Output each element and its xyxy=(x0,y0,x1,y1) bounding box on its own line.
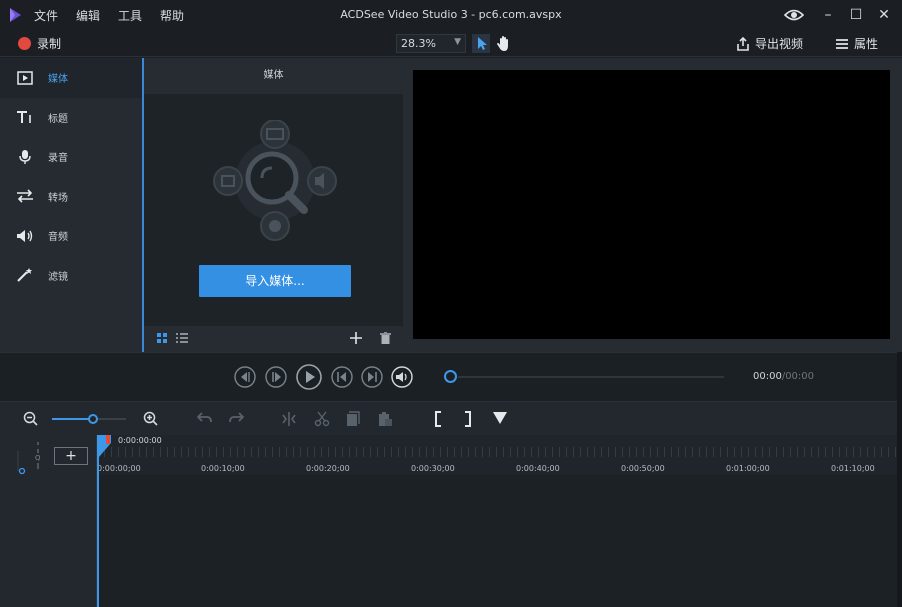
timecode-display: 00:00/00:00 xyxy=(753,371,814,382)
media-panel: 媒体 导入媒体... xyxy=(142,58,403,352)
filter-wand-icon xyxy=(16,267,34,283)
list-view-icon[interactable] xyxy=(176,332,188,344)
zoom-value: 28.3% xyxy=(401,37,436,50)
cursor-icon xyxy=(478,37,487,50)
timeline-tracks[interactable] xyxy=(98,475,897,607)
add-track-button[interactable]: + xyxy=(54,447,88,465)
window-edge xyxy=(897,352,902,607)
copy-icon[interactable] xyxy=(345,411,361,427)
timeline-zoom-slider[interactable] xyxy=(52,414,126,424)
window-title: ACDSee Video Studio 3 - pc6.com.avspx xyxy=(340,8,562,21)
export-label: 导出视频 xyxy=(755,37,804,51)
volume-icon[interactable] xyxy=(391,366,413,388)
svg-text:Q: Q xyxy=(35,454,41,462)
record-dot-icon xyxy=(18,37,31,50)
sidebar-item-label: 滤镜 xyxy=(48,271,68,283)
previous-frame-icon[interactable] xyxy=(331,366,353,388)
media-panel-footer xyxy=(144,326,403,352)
timeline-toolbar xyxy=(0,401,902,435)
sidebar-item-media[interactable]: 媒体 xyxy=(0,58,142,98)
title-icon xyxy=(16,109,34,125)
play-icon[interactable] xyxy=(296,364,322,390)
zoom-in-icon[interactable] xyxy=(143,411,159,427)
ruler-ticks xyxy=(97,447,897,457)
track-zoom-slider-icon[interactable]: Q xyxy=(16,441,46,475)
timeline-ruler[interactable]: 0:00:00:00 0:00:00;00 0:00:10;00 0:00:20… xyxy=(97,435,897,475)
scrubber-track[interactable] xyxy=(458,376,724,378)
sidebar-item-label: 媒体 xyxy=(48,74,68,86)
sidebar-item-label: 音频 xyxy=(48,232,68,244)
scissors-icon[interactable] xyxy=(314,411,330,427)
hand-tool-button[interactable] xyxy=(495,34,513,53)
zoom-out-icon[interactable] xyxy=(23,411,39,427)
playhead-line[interactable] xyxy=(97,435,99,607)
step-back-icon[interactable] xyxy=(265,366,287,388)
properties-button[interactable]: 属性 xyxy=(836,35,878,52)
eye-icon[interactable] xyxy=(784,8,804,22)
maximize-button[interactable]: ☐ xyxy=(846,5,866,25)
record-button[interactable]: 录制 xyxy=(18,35,61,52)
sidebar-item-title[interactable]: 标题 xyxy=(0,98,142,138)
trash-icon[interactable] xyxy=(380,332,391,344)
main-toolbar: 录制 28.3% ▼ 导出视频 属性 xyxy=(0,30,902,57)
mark-out-icon[interactable] xyxy=(463,411,473,427)
skip-back-icon[interactable] xyxy=(234,366,256,388)
ruler-label: 0:00:30;00 xyxy=(411,464,455,473)
zoom-select[interactable]: 28.3% ▼ xyxy=(396,34,466,53)
scrubber-handle[interactable] xyxy=(444,370,457,383)
media-placeholder-illustration xyxy=(213,120,337,241)
add-icon[interactable] xyxy=(350,332,362,344)
title-bar: 文件 编辑 工具 帮助 ACDSee Video Studio 3 - pc6.… xyxy=(0,0,902,30)
ruler-label: 0:00:50;00 xyxy=(621,464,665,473)
hand-icon xyxy=(497,36,508,51)
marker-icon[interactable] xyxy=(492,411,508,425)
library-sidebar: 媒体 标题 录音 转场 音频 滤镜 xyxy=(0,58,142,352)
chevron-down-icon: ▼ xyxy=(454,37,461,47)
properties-label: 属性 xyxy=(854,37,879,51)
sidebar-item-label: 转场 xyxy=(48,192,68,204)
preview-area xyxy=(403,58,902,352)
zoom-slider-thumb[interactable] xyxy=(87,414,98,424)
microphone-icon xyxy=(16,149,34,165)
close-button[interactable]: ✕ xyxy=(874,5,894,25)
ruler-label: 0:00:00;00 xyxy=(97,464,141,473)
pointer-tool-button[interactable] xyxy=(472,34,490,53)
import-media-button[interactable]: 导入媒体... xyxy=(199,265,351,297)
ruler-label: 0:01:00;00 xyxy=(726,464,770,473)
ruler-label: 0:00:20;00 xyxy=(306,464,350,473)
export-icon xyxy=(737,36,749,51)
redo-icon[interactable] xyxy=(228,411,244,425)
sidebar-item-audio[interactable]: 音频 xyxy=(0,216,142,256)
split-icon[interactable] xyxy=(281,411,297,427)
list-icon xyxy=(836,38,848,49)
track-header-panel: Q + xyxy=(0,435,97,607)
grid-view-icon[interactable] xyxy=(156,332,168,344)
playback-controls: 00:00/00:00 xyxy=(0,352,902,401)
sidebar-item-filters[interactable]: 滤镜 xyxy=(0,256,142,296)
record-label: 录制 xyxy=(37,37,62,51)
ruler-label: 0:00:40;00 xyxy=(516,464,560,473)
ruler-label: 0:01:10;00 xyxy=(831,464,875,473)
media-icon xyxy=(16,70,34,86)
zoom-slider-fill xyxy=(52,418,93,420)
sidebar-item-label: 标题 xyxy=(48,113,68,125)
transition-icon xyxy=(16,188,34,204)
mark-in-icon[interactable] xyxy=(433,411,443,427)
current-time: 00:00 xyxy=(753,371,782,382)
video-preview[interactable] xyxy=(413,70,890,339)
paste-icon[interactable] xyxy=(377,411,393,427)
sidebar-item-label: 录音 xyxy=(48,153,68,165)
media-panel-header: 媒体 xyxy=(144,58,403,94)
minimize-button[interactable]: – xyxy=(818,5,838,25)
ruler-label: 0:00:10;00 xyxy=(201,464,245,473)
export-video-button[interactable]: 导出视频 xyxy=(736,35,803,52)
total-duration: /00:00 xyxy=(781,371,815,382)
playhead-time: 0:00:00:00 xyxy=(118,436,162,445)
playhead-handle-icon[interactable] xyxy=(97,435,113,459)
undo-icon[interactable] xyxy=(197,411,213,425)
audio-icon xyxy=(16,228,34,244)
sidebar-item-transitions[interactable]: 转场 xyxy=(0,177,142,217)
next-frame-icon[interactable] xyxy=(361,366,383,388)
sidebar-item-voiceover[interactable]: 录音 xyxy=(0,137,142,177)
